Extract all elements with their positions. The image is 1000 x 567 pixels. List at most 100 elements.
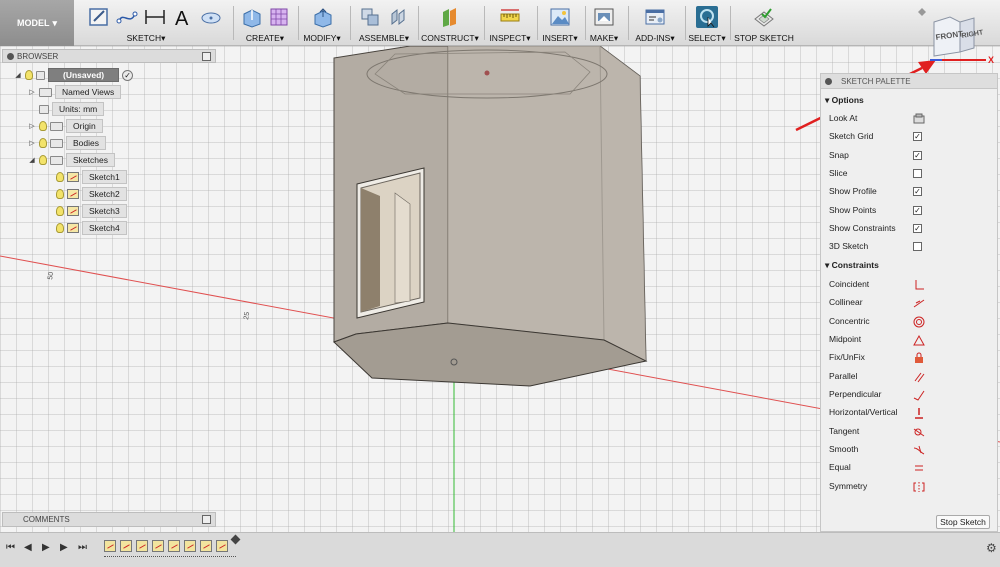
option-3d-sketch[interactable]: 3D Sketch <box>829 241 989 255</box>
tree-item-sketch4[interactable]: Sketch4 <box>56 221 127 235</box>
tree-item-sketch2[interactable]: Sketch2 <box>56 187 127 201</box>
constraints-section-header[interactable]: ▾ Constraints <box>825 260 879 271</box>
insert-image-icon <box>549 6 571 28</box>
expand-arrow-icon[interactable]: ▷ <box>28 122 36 130</box>
show-constraints-checkbox[interactable]: ✓ <box>913 224 922 233</box>
sketch-palette: SKETCH PALETTE ▾ Options Look At Sketch … <box>820 73 998 532</box>
option-snap[interactable]: Snap ✓ <box>829 150 989 164</box>
create-sketch-icon[interactable] <box>88 6 110 28</box>
go-to-end-icon[interactable]: ⏭ <box>78 542 87 553</box>
assemble-menu[interactable]: ASSEMBLE▾ <box>352 4 416 44</box>
constraint-label: Parallel <box>829 371 858 381</box>
tree-root[interactable]: ◢ (Unsaved) ✓ <box>14 68 134 82</box>
tree-item-sketch3[interactable]: Sketch3 <box>56 204 127 218</box>
go-to-start-icon[interactable]: ⏮ <box>6 542 15 553</box>
visibility-bulb-icon[interactable] <box>39 121 47 131</box>
tree-item-sketches[interactable]: ◢ Sketches <box>28 153 115 167</box>
expand-panel-icon[interactable] <box>202 515 211 524</box>
show-points-checkbox[interactable]: ✓ <box>913 206 922 215</box>
timeline-feature-sketch[interactable] <box>200 540 212 552</box>
constraint-midpoint[interactable]: Midpoint <box>829 334 989 348</box>
3d-sketch-checkbox[interactable] <box>913 242 922 251</box>
caret-down-icon: ▾ <box>52 17 58 28</box>
timeline-playhead[interactable] <box>230 534 241 545</box>
tree-item-units[interactable]: Units: mm <box>28 102 105 116</box>
tree-item-bodies[interactable]: ▷ Bodies <box>28 136 106 150</box>
constraint-symmetry[interactable]: Symmetry <box>829 481 989 495</box>
insert-menu[interactable]: INSERT▾ <box>538 4 582 44</box>
make-menu[interactable]: MAKE▾ <box>587 4 621 44</box>
line-icon[interactable] <box>116 6 138 28</box>
constraint-horizontal-vertical[interactable]: Horizontal/Vertical <box>829 407 989 421</box>
tree-item-sketch1[interactable]: Sketch1 <box>56 170 127 184</box>
expand-arrow-icon[interactable]: ▷ <box>28 139 36 147</box>
sketch-menu[interactable]: A SKETCH▾ <box>80 4 230 44</box>
constraint-collinear[interactable]: Collinear <box>829 297 989 311</box>
options-section-header[interactable]: ▾ Options <box>825 95 864 106</box>
visibility-bulb-icon[interactable] <box>39 138 47 148</box>
stop-sketch-toolbar-button[interactable]: STOP SKETCH <box>732 4 796 44</box>
option-show-points[interactable]: Show Points ✓ <box>829 205 989 219</box>
constraint-coincident[interactable]: Coincident <box>829 279 989 293</box>
inspect-menu[interactable]: INSPECT▾ <box>486 4 534 44</box>
constraint-tangent[interactable]: Tangent <box>829 426 989 440</box>
collapse-dot-icon[interactable] <box>825 78 832 85</box>
visibility-bulb-icon[interactable] <box>56 206 64 216</box>
play-icon[interactable]: ▶︎ <box>42 542 50 553</box>
visibility-bulb-icon[interactable] <box>56 189 64 199</box>
collapse-dot-icon[interactable] <box>7 53 14 60</box>
select-icon <box>696 6 718 28</box>
constraint-equal[interactable]: Equal <box>829 462 989 476</box>
snap-checkbox[interactable]: ✓ <box>913 151 922 160</box>
step-back-icon[interactable]: ◀︎ <box>24 542 32 553</box>
constraint-smooth[interactable]: Smooth <box>829 444 989 458</box>
timeline-settings-gear-icon[interactable]: ⚙ <box>986 541 997 555</box>
select-menu[interactable]: SELECT▾ <box>687 4 727 44</box>
visibility-bulb-icon[interactable] <box>56 223 64 233</box>
ellipse-icon[interactable] <box>200 6 222 28</box>
visibility-bulb-icon[interactable] <box>56 172 64 182</box>
comments-panel-header[interactable]: COMMENTS <box>2 512 216 527</box>
constraint-concentric[interactable]: Concentric <box>829 316 989 330</box>
timeline-feature-sketch[interactable] <box>216 540 228 552</box>
step-forward-icon[interactable]: ▶︎ <box>60 542 68 553</box>
timeline-feature-sketch[interactable] <box>104 540 116 552</box>
slice-checkbox[interactable] <box>913 169 922 178</box>
expand-arrow-icon[interactable]: ◢ <box>28 156 36 164</box>
timeline-feature-sketch[interactable] <box>136 540 148 552</box>
constraint-fix-unfix[interactable]: Fix/UnFix <box>829 352 989 366</box>
constraint-parallel[interactable]: Parallel <box>829 371 989 385</box>
expand-arrow-icon[interactable]: ▷ <box>28 88 36 96</box>
tree-item-named-views[interactable]: ▷ Named Views <box>28 85 122 99</box>
timeline-feature-sketch[interactable] <box>168 540 180 552</box>
timeline-feature-extrude[interactable] <box>184 540 196 552</box>
constraint-perpendicular[interactable]: Perpendicular <box>829 389 989 403</box>
option-show-profile[interactable]: Show Profile ✓ <box>829 186 989 200</box>
expand-arrow-icon[interactable]: ◢ <box>14 71 22 79</box>
modify-menu[interactable]: MODIFY▾ <box>300 4 344 44</box>
timeline-feature-extrude[interactable] <box>152 540 164 552</box>
browser-panel-header[interactable]: BROWSER <box>2 49 216 63</box>
visibility-bulb-icon[interactable] <box>25 70 33 80</box>
option-show-constraints[interactable]: Show Constraints ✓ <box>829 223 989 237</box>
construct-menu[interactable]: CONSTRUCT▾ <box>420 4 480 44</box>
text-icon[interactable]: A <box>172 6 194 30</box>
stop-sketch-button[interactable]: Stop Sketch <box>936 515 990 529</box>
look-at-icon[interactable] <box>913 113 925 125</box>
tree-item-origin[interactable]: ▷ Origin <box>28 119 103 133</box>
option-slice[interactable]: Slice <box>829 168 989 182</box>
view-cube[interactable]: FRONT RIGHT X <box>912 4 998 70</box>
visibility-bulb-icon[interactable] <box>39 155 47 165</box>
add-ins-menu[interactable]: ADD-INS▾ <box>630 4 680 44</box>
option-sketch-grid[interactable]: Sketch Grid ✓ <box>829 131 989 145</box>
tree-root-label: (Unsaved) <box>48 68 120 82</box>
tangent-icon <box>913 426 925 438</box>
timeline-feature-extrude[interactable] <box>120 540 132 552</box>
sketch-grid-checkbox[interactable]: ✓ <box>913 132 922 141</box>
pin-panel-icon[interactable] <box>202 52 211 61</box>
show-profile-checkbox[interactable]: ✓ <box>913 187 922 196</box>
palette-title-bar[interactable]: SKETCH PALETTE <box>821 74 997 89</box>
create-menu[interactable]: CREATE▾ <box>236 4 294 44</box>
option-look-at[interactable]: Look At <box>829 113 989 127</box>
dimension-icon[interactable] <box>144 6 166 28</box>
